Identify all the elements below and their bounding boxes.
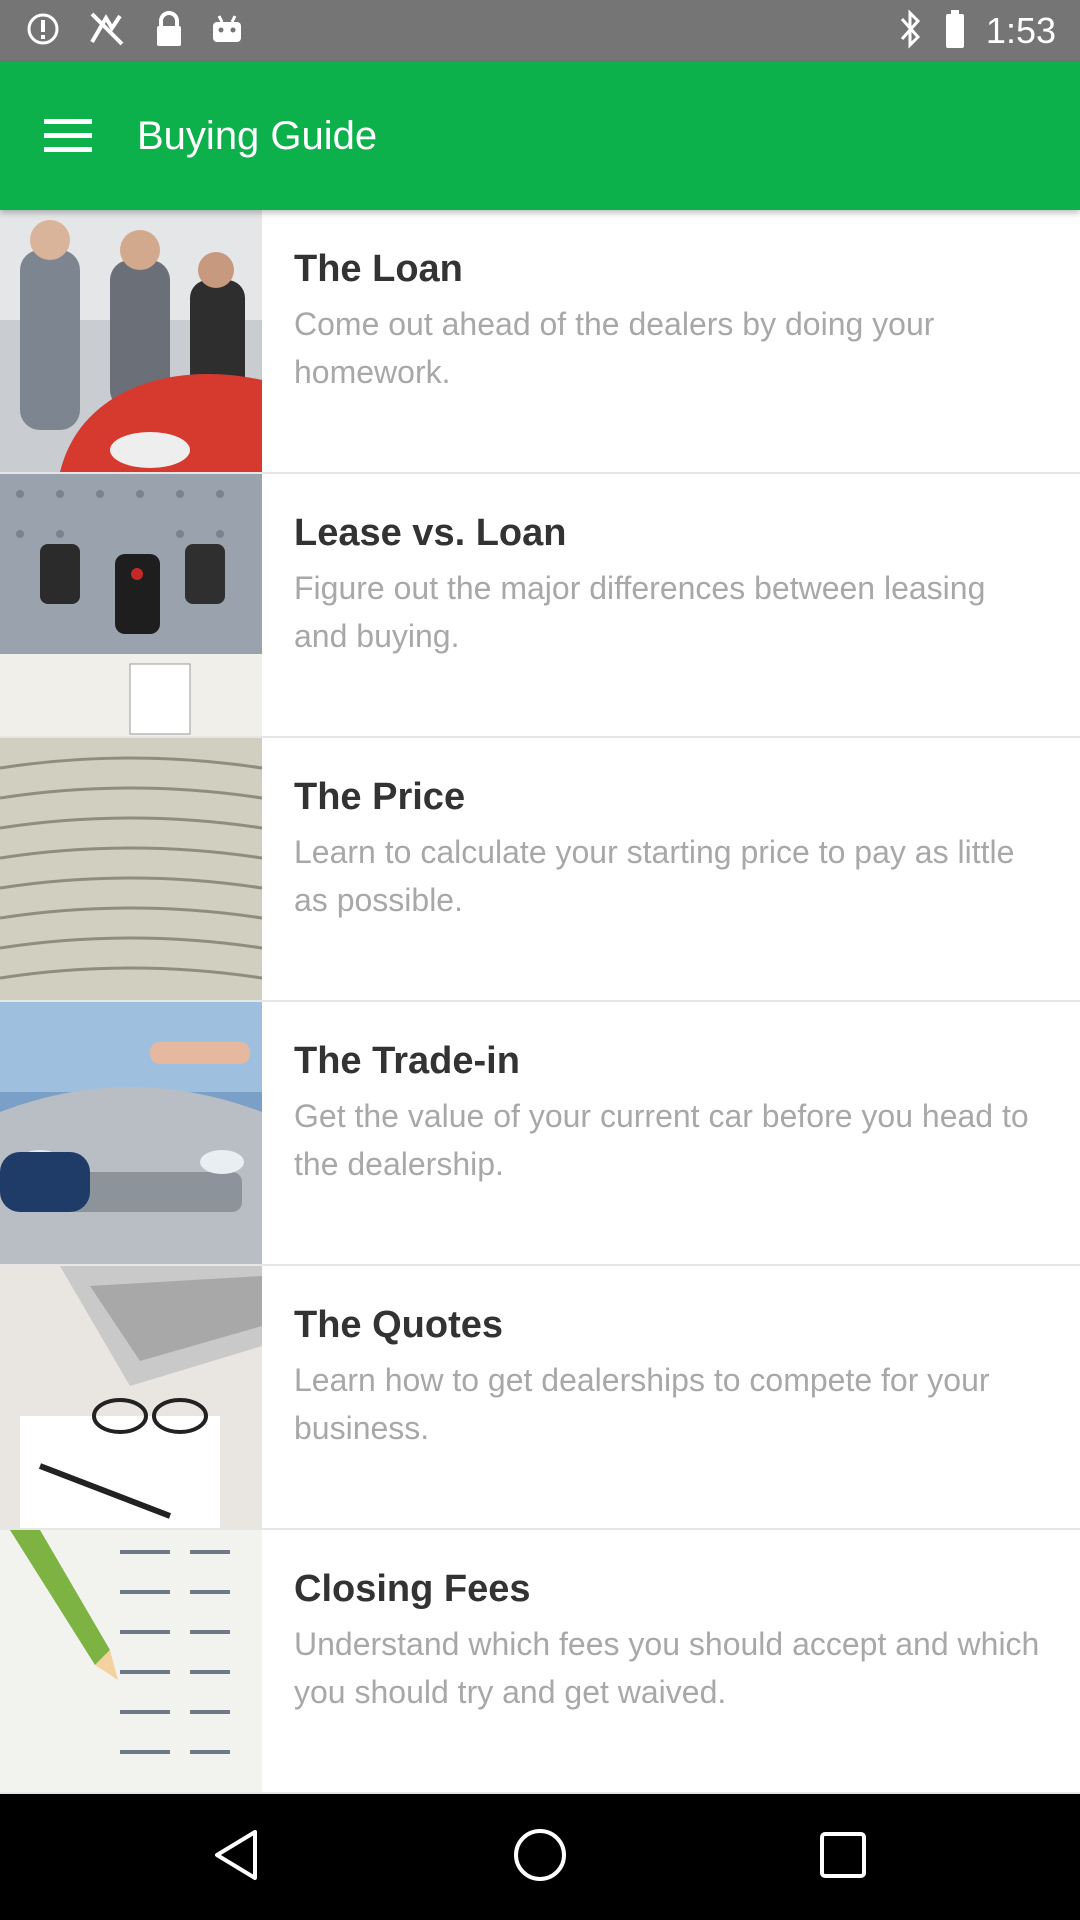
battery-icon xyxy=(944,9,966,54)
status-bar: 1:53 xyxy=(0,0,1080,62)
item-description: Learn to calculate your starting price t… xyxy=(294,834,1015,918)
guide-list: The Loan Come out ahead of the dealers b… xyxy=(0,210,1080,1794)
recents-square-icon xyxy=(818,1830,868,1885)
page-title: Buying Guide xyxy=(137,114,378,158)
home-button[interactable] xyxy=(510,1827,570,1887)
item-description: Learn how to get dealerships to compete … xyxy=(294,1362,990,1446)
car-keys-photo xyxy=(0,474,262,736)
lock-icon xyxy=(154,10,184,53)
item-title: Lease vs. Loan xyxy=(294,512,567,554)
back-triangle-icon xyxy=(211,1828,261,1887)
item-description: Understand which fees you should accept … xyxy=(294,1626,1040,1710)
item-title: Closing Fees xyxy=(294,1568,531,1610)
list-item[interactable]: The Loan Come out ahead of the dealers b… xyxy=(0,210,1080,474)
item-description: Figure out the major differences between… xyxy=(294,570,986,654)
list-item[interactable]: The Trade-in Get the value of your curre… xyxy=(0,1002,1080,1266)
item-title: The Loan xyxy=(294,248,463,290)
list-item[interactable]: The Price Learn to calculate your starti… xyxy=(0,738,1080,1002)
system-nav-bar xyxy=(0,1794,1080,1920)
bluetooth-icon xyxy=(898,8,924,54)
status-time: 1:53 xyxy=(985,10,1056,51)
money-stack-photo xyxy=(0,738,262,1000)
list-item[interactable]: The Quotes Learn how to get dealerships … xyxy=(0,1266,1080,1530)
hamburger-menu-icon xyxy=(44,117,92,158)
recents-button[interactable] xyxy=(813,1827,873,1887)
menu-button[interactable] xyxy=(28,102,108,172)
home-circle-icon xyxy=(512,1827,568,1888)
list-item[interactable]: Closing Fees Understand which fees you s… xyxy=(0,1530,1080,1794)
list-item[interactable]: Lease vs. Loan Figure out the major diff… xyxy=(0,474,1080,738)
item-title: The Quotes xyxy=(294,1304,504,1346)
app-bar: Buying Guide xyxy=(0,62,1080,210)
item-title: The Price xyxy=(294,776,466,818)
item-title: The Trade-in xyxy=(294,1040,520,1082)
item-description: Come out ahead of the dealers by doing y… xyxy=(294,306,935,390)
laptop-glasses-photo xyxy=(0,1266,262,1528)
android-icon xyxy=(210,12,244,51)
no-signal-icon xyxy=(86,8,128,55)
pencil-numbers-photo xyxy=(0,1530,262,1792)
alert-circle-icon xyxy=(26,12,60,51)
car-handshake-photo xyxy=(0,210,262,472)
silver-car-keys-photo xyxy=(0,1002,262,1264)
back-button[interactable] xyxy=(206,1827,266,1887)
item-description: Get the value of your current car before… xyxy=(294,1098,1029,1182)
